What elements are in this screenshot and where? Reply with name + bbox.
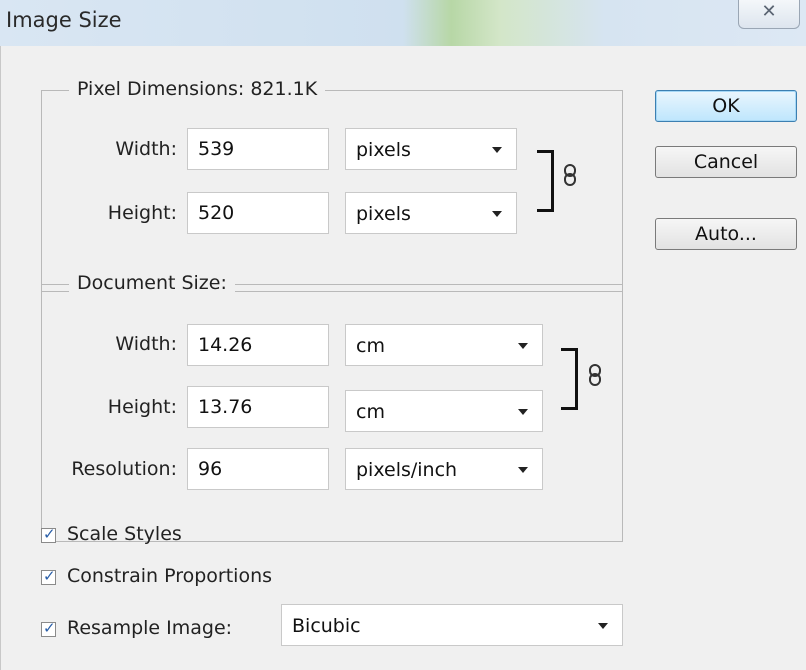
scale-styles-label: Scale Styles [67, 523, 182, 545]
chevron-down-icon [518, 409, 528, 415]
chevron-down-icon [598, 623, 608, 629]
window-title: Image Size [6, 8, 122, 32]
resample-method-select[interactable]: Bicubic [281, 604, 623, 646]
resolution-unit-select[interactable]: pixels/inch [345, 448, 543, 490]
chevron-down-icon [518, 467, 528, 473]
pixel-dimensions-legend: Pixel Dimensions: 821.1K [69, 78, 326, 100]
document-constrain-bracket [561, 348, 578, 410]
check-icon: ✓ [43, 619, 56, 637]
chevron-down-icon [492, 147, 502, 153]
pixel-width-label: Width: [115, 138, 177, 160]
pixel-constrain-bracket [537, 150, 554, 212]
chain-link-icon [564, 164, 576, 186]
constrain-proportions-checkbox[interactable]: ✓ [41, 567, 56, 585]
pixel-dimensions-group [41, 90, 623, 292]
ok-button[interactable]: OK [655, 90, 797, 122]
document-width-input[interactable]: 14.26 [187, 324, 329, 366]
scale-styles-checkbox[interactable]: ✓ [41, 525, 56, 543]
resample-image-checkbox[interactable]: ✓ [41, 619, 56, 637]
pixel-height-label: Height: [107, 202, 177, 224]
pixel-dimensions-size: 821.1K [250, 78, 318, 100]
chevron-down-icon [518, 343, 528, 349]
pixel-width-input[interactable]: 539 [187, 128, 329, 170]
pixel-height-input[interactable]: 520 [187, 192, 329, 234]
document-width-label: Width: [115, 333, 177, 355]
resolution-label: Resolution: [71, 458, 177, 480]
cancel-button[interactable]: Cancel [655, 146, 797, 178]
document-height-input[interactable]: 13.76 [187, 386, 329, 428]
close-icon: ✕ [761, 1, 777, 22]
document-height-unit-select[interactable]: cm [345, 390, 543, 432]
chevron-down-icon [492, 211, 502, 217]
document-size-legend: Document Size: [69, 272, 235, 294]
title-bar: Image Size ✕ [0, 0, 806, 46]
close-button[interactable]: ✕ [738, 0, 800, 29]
auto-button[interactable]: Auto... [655, 218, 797, 250]
resample-image-label: Resample Image: [67, 617, 233, 639]
document-width-unit-select[interactable]: cm [345, 324, 543, 366]
check-icon: ✓ [43, 525, 56, 543]
pixel-width-unit-select[interactable]: pixels [345, 128, 517, 170]
chain-link-icon [589, 364, 601, 386]
check-icon: ✓ [43, 567, 56, 585]
dialog-body: Pixel Dimensions: 821.1K Width: 539 pixe… [0, 46, 806, 670]
resolution-input[interactable]: 96 [187, 448, 329, 490]
constrain-proportions-label: Constrain Proportions [67, 565, 273, 587]
document-height-label: Height: [107, 396, 177, 418]
pixel-height-unit-select[interactable]: pixels [345, 192, 517, 234]
